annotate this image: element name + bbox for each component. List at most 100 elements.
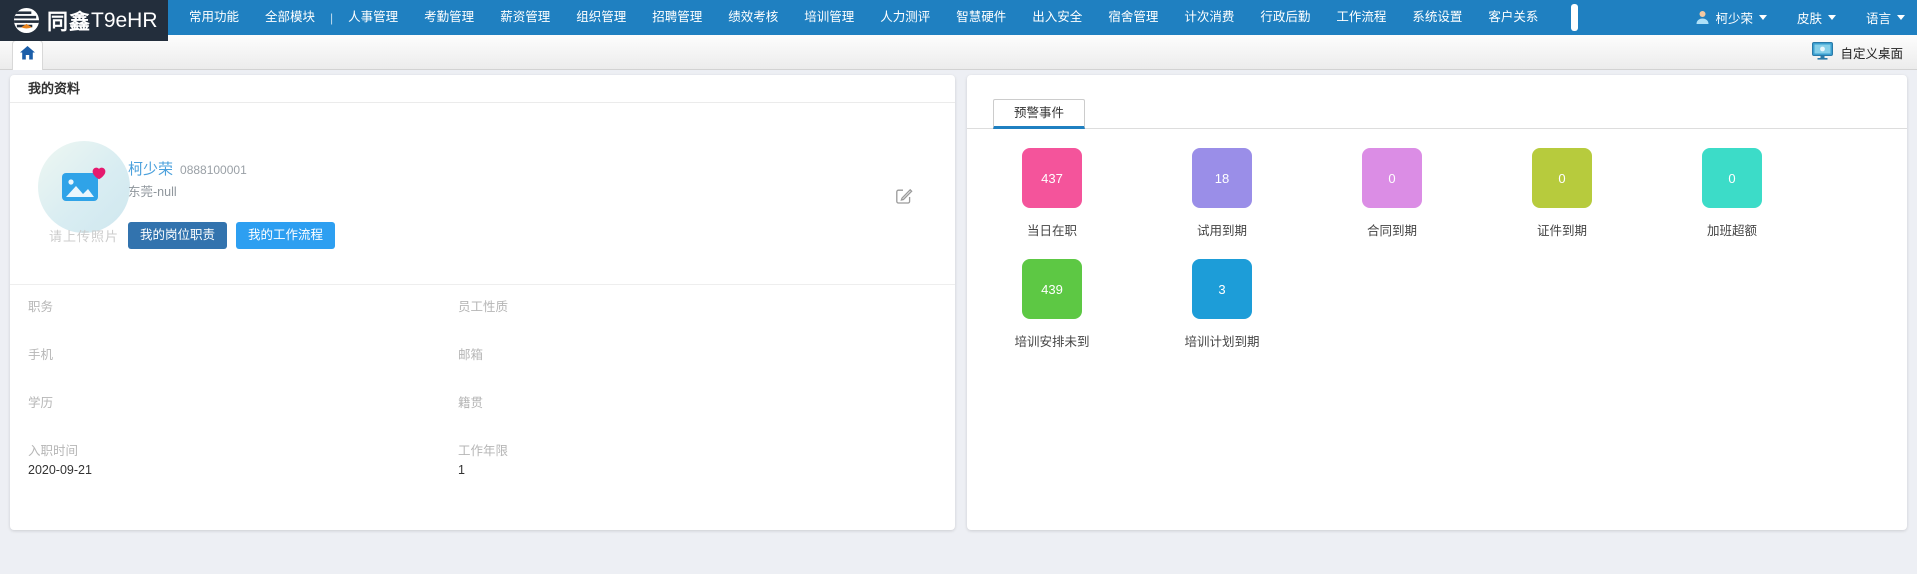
profile-field: 工作年限 1 (458, 440, 937, 482)
nav-menu-item[interactable]: 出入安全 (1019, 0, 1095, 35)
employee-name[interactable]: 柯少荣 (128, 158, 173, 179)
alert-tile-box[interactable]: 3 (1192, 259, 1252, 319)
profile-field: 手机 (28, 344, 458, 386)
alert-tile-box[interactable]: 18 (1192, 148, 1252, 208)
field-label: 学历 (28, 396, 458, 411)
nav-menu-item[interactable]: 计次消费 (1171, 0, 1247, 35)
alert-tile-label: 加班超额 (1632, 220, 1832, 239)
home-icon (20, 46, 35, 65)
alert-tiles: 437 当日在职 18 试用到期 0 合同到期 (1022, 148, 1892, 370)
caret-down-icon (1828, 15, 1836, 20)
alert-tile-count: 18 (1215, 171, 1229, 186)
person-icon (1695, 10, 1710, 25)
field-value (458, 366, 937, 382)
nav-menu-item[interactable]: 绩效考核 (715, 0, 791, 35)
field-value: 1 (458, 462, 937, 478)
alert-tile-box[interactable]: 437 (1022, 148, 1082, 208)
field-label: 工作年限 (458, 444, 937, 459)
alert-tile-box[interactable]: 0 (1532, 148, 1592, 208)
nav-menu-item[interactable]: 薪资管理 (487, 0, 563, 35)
field-label: 籍贯 (458, 396, 937, 411)
page-tabbar: 自定义桌面 (0, 35, 1917, 70)
profile-field: 籍贯 (458, 392, 937, 434)
employee-location: 东莞-null (128, 181, 177, 200)
alert-tab-row: 预警事件 (967, 99, 1907, 129)
monitor-icon (1812, 42, 1833, 63)
alert-tile-count: 439 (1041, 282, 1063, 297)
nav-user-area: 柯少荣 皮肤 语言 (1665, 0, 1905, 35)
skin-menu[interactable]: 皮肤 (1797, 8, 1836, 27)
field-value (458, 318, 937, 334)
nav-menu-item[interactable]: 宿舍管理 (1095, 0, 1171, 35)
alert-tile-box[interactable]: 0 (1702, 148, 1762, 208)
my-duty-button[interactable]: 我的岗位职责 (128, 222, 227, 249)
alert-events-panel: 预警事件 437 当日在职 18 试用到期 (967, 75, 1907, 530)
image-with-heart-icon (59, 164, 109, 211)
profile-field: 职务 (28, 296, 458, 338)
alert-tile-label: 培训计划到期 (1122, 331, 1322, 350)
nav-menu: 常用功能全部模块 | 人事管理考勤管理薪资管理组织管理招聘管理绩效考核培训管理人… (176, 0, 1551, 35)
avatar[interactable] (38, 141, 130, 233)
nav-menu-item[interactable]: 工作流程 (1323, 0, 1399, 35)
profile-buttons: 我的岗位职责 我的工作流程 (128, 222, 335, 249)
field-value: 2020-09-21 (28, 462, 458, 478)
field-label: 入职时间 (28, 444, 458, 459)
brand-text-en: T9eHR (91, 9, 158, 33)
alert-tile-count: 0 (1558, 171, 1565, 186)
field-value (28, 318, 458, 334)
nav-separator: | (328, 11, 335, 25)
skin-label: 皮肤 (1797, 8, 1822, 27)
nav-menu-item[interactable]: 考勤管理 (411, 0, 487, 35)
nav-menu-item[interactable]: 常用功能 (176, 0, 252, 35)
caret-down-icon (1897, 15, 1905, 20)
alert-events-tab[interactable]: 预警事件 (993, 99, 1085, 129)
nav-menu-item[interactable]: 全部模块 (252, 0, 328, 35)
nav-menu-item[interactable]: 人力测评 (867, 0, 943, 35)
profile-field: 邮箱 (458, 344, 937, 386)
user-name: 柯少荣 (1715, 8, 1753, 27)
user-menu[interactable]: 柯少荣 (1695, 8, 1767, 27)
edit-profile-icon[interactable] (895, 187, 913, 210)
nav-menu-item[interactable]: 行政后勤 (1247, 0, 1323, 35)
my-workflow-button[interactable]: 我的工作流程 (236, 222, 335, 249)
nav-menu-item[interactable]: 培训管理 (791, 0, 867, 35)
nav-menu-item[interactable]: 系统设置 (1399, 0, 1475, 35)
nav-menu-item[interactable]: 客户关系 (1475, 0, 1551, 35)
nav-menu-item[interactable]: 人事管理 (335, 0, 411, 35)
profile-field: 学历 (28, 392, 458, 434)
field-value (28, 414, 458, 430)
brand-text-cn: 同鑫 (47, 6, 91, 36)
field-label: 职务 (28, 300, 458, 315)
nav-scrollbar-thumb[interactable] (1571, 4, 1578, 31)
field-label: 邮箱 (458, 348, 937, 363)
striped-globe-icon (13, 7, 40, 34)
alert-tile-count: 0 (1388, 171, 1395, 186)
profile-fields: 职务 员工性质 手机 邮箱 学历 (28, 296, 937, 482)
profile-field: 入职时间 2020-09-21 (28, 440, 458, 482)
alert-tile-box[interactable]: 439 (1022, 259, 1082, 319)
nav-menu-item[interactable]: 组织管理 (563, 0, 639, 35)
alert-tile-box[interactable]: 0 (1362, 148, 1422, 208)
app-root: 同鑫T9eHR 常用功能全部模块 | 人事管理考勤管理薪资管理组织管理招聘管理绩… (0, 0, 1917, 574)
top-navbar: 同鑫T9eHR 常用功能全部模块 | 人事管理考勤管理薪资管理组织管理招聘管理绩… (0, 0, 1917, 35)
caret-down-icon (1759, 15, 1767, 20)
my-profile-panel: 我的资料 请上传照片 柯少荣 0888100001 东莞-null 我的岗位职责… (10, 75, 955, 530)
home-tab[interactable] (12, 40, 43, 70)
customize-desktop-button[interactable]: 自定义桌面 (1812, 35, 1903, 70)
profile-divider (10, 284, 955, 285)
profile-field: 员工性质 (458, 296, 937, 338)
language-menu[interactable]: 语言 (1866, 8, 1905, 27)
field-label: 手机 (28, 348, 458, 363)
nav-menu-item[interactable]: 智慧硬件 (943, 0, 1019, 35)
alert-tile[interactable]: 3 培训计划到期 (1192, 259, 1362, 350)
alert-tile-count: 3 (1218, 282, 1225, 297)
brand-logo[interactable]: 同鑫T9eHR (0, 0, 168, 41)
customize-desktop-label: 自定义桌面 (1840, 43, 1903, 62)
language-label: 语言 (1866, 8, 1891, 27)
alert-tile[interactable]: 0 加班超额 (1702, 148, 1872, 239)
profile-panel-title: 我的资料 (10, 75, 955, 103)
field-value (28, 366, 458, 382)
alert-tile-count: 437 (1041, 171, 1063, 186)
nav-menu-item[interactable]: 招聘管理 (639, 0, 715, 35)
alert-tile-count: 0 (1728, 171, 1735, 186)
